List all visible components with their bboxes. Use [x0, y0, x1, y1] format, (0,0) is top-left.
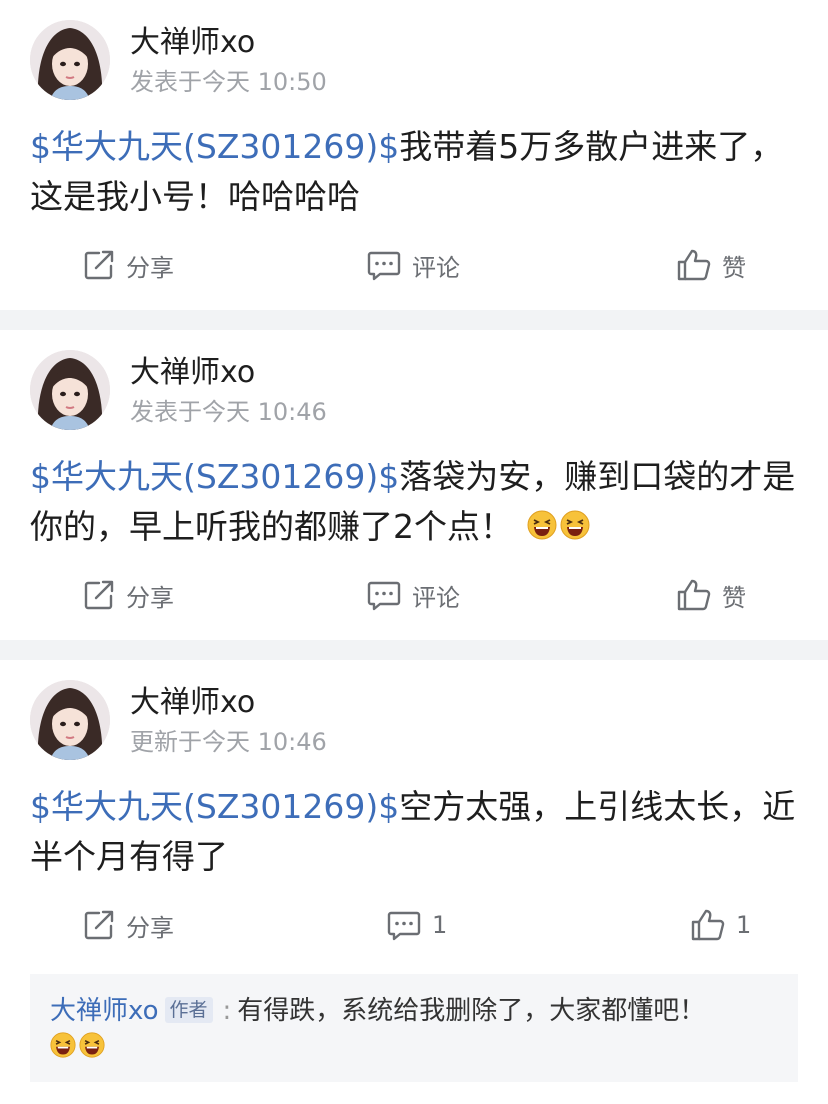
- like-label: 赞: [722, 253, 746, 282]
- post-actions: 分享 1 1: [0, 900, 828, 950]
- share-button[interactable]: 分享: [82, 570, 174, 620]
- post-content: $华大九天(SZ301269)$我带着5万多散户进来了， 这是我小号！哈哈哈哈: [30, 122, 805, 222]
- like-button[interactable]: 赞: [676, 570, 746, 620]
- like-button[interactable]: 赞: [676, 240, 746, 290]
- author-name[interactable]: 大禅师xo: [130, 24, 255, 62]
- like-count: 1: [736, 911, 752, 939]
- author-name[interactable]: 大禅师xo: [130, 684, 255, 722]
- author-badge: 作者: [164, 997, 213, 1023]
- comment-icon: [387, 911, 421, 941]
- comment-icon: [367, 581, 401, 611]
- post-timestamp: 发表于今天 10:46: [130, 398, 327, 426]
- post-card[interactable]: 大禅师xo 更新于今天 10:46 $华大九天(SZ301269)$空方太强，上…: [0, 660, 828, 1104]
- grinning-squint-emoji: [79, 1031, 105, 1069]
- post-text-line1: 落袋为安，赚到口袋的才是: [399, 457, 796, 496]
- post-text-line2: 半个月有得了: [30, 837, 228, 876]
- stock-link[interactable]: $华大九天(SZ301269)$: [30, 457, 399, 496]
- post-actions: 分享 评论 赞: [0, 570, 828, 620]
- thumbs-up-icon: [677, 249, 711, 281]
- grinning-squint-emoji: [527, 504, 557, 554]
- avatar[interactable]: [30, 680, 110, 760]
- share-label: 分享: [126, 913, 174, 942]
- author-name[interactable]: 大禅师xo: [130, 354, 255, 392]
- reply-text: 有得跌，系统给我删除了，大家都懂吧！: [237, 996, 706, 1026]
- avatar-image: [30, 350, 110, 430]
- avatar[interactable]: [30, 350, 110, 430]
- post-timestamp: 发表于今天 10:50: [130, 68, 327, 96]
- post-text-line1: 我带着5万多散户进来了，: [399, 127, 784, 166]
- grinning-squint-emoji: [560, 504, 590, 554]
- comment-count: 1: [432, 911, 448, 939]
- comment-button[interactable]: 评论: [366, 240, 460, 290]
- post-card[interactable]: 大禅师xo 发表于今天 10:50 $华大九天(SZ301269)$我带着5万多…: [0, 0, 828, 310]
- like-button[interactable]: 1: [690, 900, 751, 950]
- reply-author[interactable]: 大禅师xo: [50, 996, 159, 1026]
- comment-label: 评论: [412, 583, 460, 612]
- post-text-line2: 这是我小号！哈哈哈哈: [30, 177, 360, 216]
- share-icon: [84, 580, 114, 610]
- thumbs-up-icon: [677, 579, 711, 611]
- comment-button[interactable]: 1: [386, 900, 447, 950]
- share-label: 分享: [126, 253, 174, 282]
- post-divider: [0, 640, 828, 660]
- avatar-image: [30, 680, 110, 760]
- post-text-line1: 空方太强，上引线太长，近: [399, 787, 796, 826]
- comment-label: 评论: [412, 253, 460, 282]
- post-timestamp: 更新于今天 10:46: [130, 728, 327, 756]
- post-text-line2: 你的，早上听我的都赚了2个点！: [30, 507, 513, 546]
- stock-link[interactable]: $华大九天(SZ301269)$: [30, 787, 399, 826]
- post-actions: 分享 评论 赞: [0, 240, 828, 290]
- share-button[interactable]: 分享: [82, 900, 174, 950]
- thumbs-up-icon: [691, 909, 725, 941]
- share-label: 分享: [126, 583, 174, 612]
- share-icon: [84, 250, 114, 280]
- stock-link[interactable]: $华大九天(SZ301269)$: [30, 127, 399, 166]
- share-button[interactable]: 分享: [82, 240, 174, 290]
- reply-preview[interactable]: 大禅师xo 作者: 有得跌，系统给我删除了，大家都懂吧！: [30, 974, 798, 1082]
- share-icon: [84, 910, 114, 940]
- avatar-image: [30, 20, 110, 100]
- post-content: $华大九天(SZ301269)$落袋为安，赚到口袋的才是 你的，早上听我的都赚了…: [30, 452, 805, 554]
- like-label: 赞: [722, 583, 746, 612]
- comment-button[interactable]: 评论: [366, 570, 460, 620]
- comment-icon: [367, 251, 401, 281]
- post-feed: 大禅师xo 发表于今天 10:50 $华大九天(SZ301269)$我带着5万多…: [0, 0, 828, 1104]
- avatar[interactable]: [30, 20, 110, 100]
- post-divider: [0, 310, 828, 330]
- reply-separator: :: [222, 996, 232, 1026]
- post-card[interactable]: 大禅师xo 发表于今天 10:46 $华大九天(SZ301269)$落袋为安，赚…: [0, 330, 828, 640]
- grinning-squint-emoji: [50, 1031, 76, 1069]
- post-content: $华大九天(SZ301269)$空方太强，上引线太长，近 半个月有得了: [30, 782, 805, 882]
